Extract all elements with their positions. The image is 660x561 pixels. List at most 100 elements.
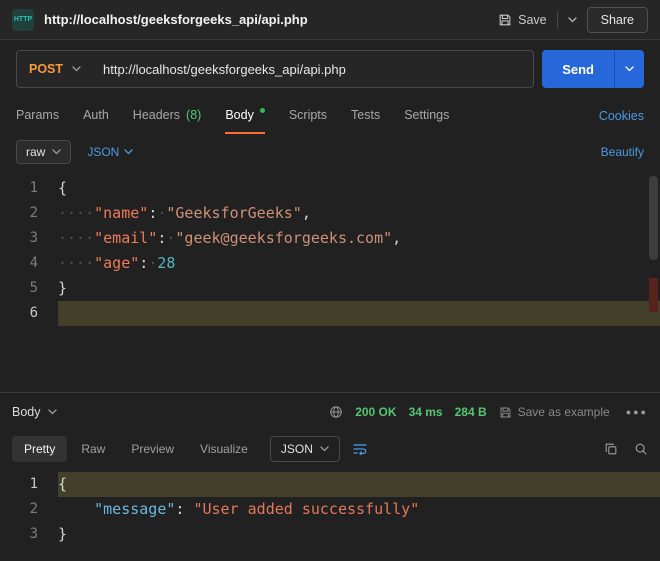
token-whitespace: ···· (58, 229, 95, 247)
line-number: 1 (29, 180, 38, 196)
token-string: "User added successfully" (193, 500, 420, 518)
line-number: 3 (29, 526, 38, 542)
response-tab-visualize[interactable]: Visualize (188, 436, 260, 462)
token-punct: : (139, 254, 149, 272)
tab-tests[interactable]: Tests (351, 98, 380, 134)
tab-settings[interactable]: Settings (404, 98, 449, 134)
token-key: "email" (94, 229, 158, 247)
body-tab-dot (259, 107, 265, 113)
save-label: Save (518, 12, 547, 27)
response-body-viewer[interactable]: 1 { 2 "message": "User added successfull… (0, 467, 660, 561)
url-input[interactable] (93, 61, 534, 77)
headers-count-badge: (8) (186, 108, 202, 122)
response-meta: 200 OK 34 ms 284 B Save as example ●●● (329, 405, 648, 419)
tab-body[interactable]: Body (225, 98, 265, 134)
line-number: 2 (29, 205, 38, 221)
tab-scripts[interactable]: Scripts (289, 98, 327, 134)
active-line-highlight (58, 301, 660, 326)
token-punct: : (175, 500, 194, 518)
request-tabs: Params Auth Headers (8) Body Scripts Test… (0, 98, 660, 134)
response-tab-raw[interactable]: Raw (69, 436, 117, 462)
save-icon (500, 407, 511, 417)
scrollbar-thumb[interactable] (649, 176, 658, 260)
tab-params[interactable]: Params (16, 98, 59, 134)
chevron-down-icon (52, 149, 61, 155)
token-key: "age" (94, 254, 140, 272)
request-tab-title: http://localhost/geeksforgeeks_api/api.p… (44, 12, 308, 27)
more-options-icon[interactable]: ●●● (626, 407, 648, 417)
editor-line: 3 ····"email":·"geek@geeksforgeeks.com", (0, 226, 660, 251)
response-tab-preview[interactable]: Preview (119, 436, 186, 462)
copy-button[interactable] (604, 442, 618, 456)
line-number: 1 (29, 476, 38, 492)
token-whitespace (58, 500, 94, 518)
http-request-icon: HTTP (12, 8, 34, 31)
chevron-down-icon (625, 66, 634, 72)
search-icon (635, 443, 647, 455)
response-body-select[interactable]: Body (12, 405, 57, 419)
response-time[interactable]: 34 ms (409, 405, 443, 419)
editor-line: 2 ····"name":·"GeeksforGeeks", (0, 201, 660, 226)
language-select[interactable]: JSON (87, 145, 134, 159)
save-as-example-button[interactable]: Save as example (499, 405, 610, 419)
send-button[interactable]: Send (542, 50, 614, 88)
tab-headers[interactable]: Headers (8) (133, 98, 202, 134)
method-select[interactable]: POST (17, 62, 93, 76)
chevron-down-icon (567, 16, 577, 22)
search-button[interactable] (634, 442, 648, 456)
chevron-down-icon (320, 446, 329, 452)
chevron-down-icon (72, 66, 81, 72)
response-line: 3 } (0, 522, 660, 547)
wrap-text-icon (353, 444, 367, 456)
request-url-row: POST Send (0, 40, 660, 98)
body-format-toolbar: raw JSON Beautify (0, 134, 660, 170)
editor-line: 6 (0, 301, 660, 326)
chevron-down-icon (124, 149, 134, 155)
response-tab-pretty[interactable]: Pretty (12, 436, 68, 462)
response-toolbar-icons (604, 442, 648, 456)
token-whitespace: ···· (58, 204, 95, 222)
token-punct: { (58, 179, 68, 197)
share-button[interactable]: Share (586, 6, 648, 33)
overview-ruler-mark (649, 278, 658, 312)
response-tabs: Pretty Raw Preview Visualize JSON (0, 431, 660, 467)
token-key: "name" (94, 204, 149, 222)
editor-scrollbar[interactable] (649, 176, 658, 386)
token-punct: , (392, 229, 402, 247)
request-body-editor[interactable]: 1 { 2 ····"name":·"GeeksforGeeks", 3 ···… (0, 170, 660, 392)
line-number: 6 (29, 305, 38, 321)
cookies-link[interactable]: Cookies (599, 109, 644, 123)
network-globe-icon[interactable] (329, 405, 343, 419)
response-header: Body 200 OK 34 ms 284 B Save as example … (0, 393, 660, 431)
body-format-select[interactable]: raw (16, 140, 72, 164)
token-string: "GeeksforGeeks" (166, 204, 302, 222)
token-punct: { (58, 475, 68, 493)
token-punct: } (58, 525, 68, 543)
line-number: 3 (29, 230, 38, 246)
response-line: 2 "message": "User added successfully" (0, 497, 660, 522)
chevron-down-icon (47, 409, 57, 415)
active-line-highlight: { (58, 472, 660, 497)
topbar-actions: Save Share (498, 6, 648, 33)
response-line: 1 { (0, 472, 660, 497)
response-language-select[interactable]: JSON (269, 436, 340, 462)
token-number: 28 (157, 254, 176, 272)
save-options-button[interactable] (567, 16, 577, 23)
line-number: 2 (29, 501, 38, 517)
token-string: "geek@geeksforgeeks.com" (175, 229, 393, 247)
tab-auth[interactable]: Auth (83, 98, 109, 134)
save-button[interactable]: Save (498, 13, 547, 27)
response-pane: Body 200 OK 34 ms 284 B Save as example … (0, 392, 660, 561)
beautify-button[interactable]: Beautify (601, 145, 644, 159)
token-punct: , (301, 204, 311, 222)
request-title-bar: HTTP http://localhost/geeksforgeeks_api/… (0, 0, 660, 40)
token-punct: : (148, 204, 158, 222)
send-options-button[interactable] (614, 50, 644, 88)
method-label: POST (29, 62, 64, 76)
line-number: 5 (29, 280, 38, 296)
wrap-text-button[interactable] (352, 442, 368, 456)
response-status[interactable]: 200 OK (355, 405, 396, 419)
divider (556, 11, 558, 28)
request-url-box: POST (16, 50, 535, 88)
response-size[interactable]: 284 B (455, 405, 487, 419)
